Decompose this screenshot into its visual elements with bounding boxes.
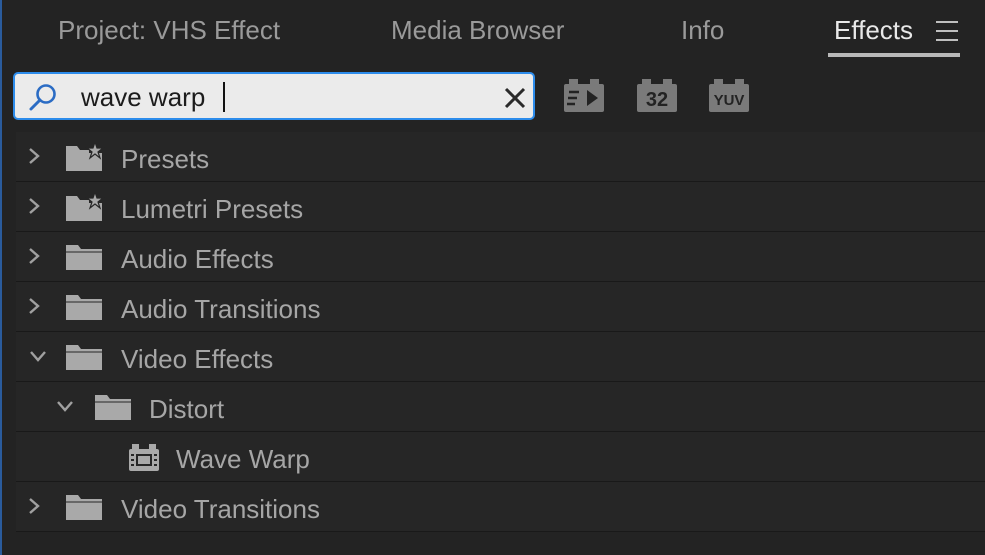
search-input[interactable] [81,80,491,114]
hamburger-menu-icon[interactable] [936,20,960,42]
yuv-label: YUV [714,92,745,109]
tree-item-video-effects[interactable]: Video Effects [16,332,985,382]
yuv-filter-icon[interactable]: YUV [708,78,750,114]
chevron-right-icon[interactable] [24,496,44,516]
folder-icon [66,245,102,270]
search-box [13,72,535,120]
tab-project[interactable]: Project: VHS Effect [58,14,280,46]
folder-icon [66,495,102,520]
32-bit-label: 32 [646,89,668,111]
tree-item-label: Lumetri Presets [121,194,304,224]
tree-item-audio-transitions[interactable]: Audio Transitions [16,282,985,332]
tree-item-label: Wave Warp [176,444,310,474]
chevron-right-icon[interactable] [24,146,44,166]
tab-effects[interactable]: Effects [834,14,913,46]
preset-folder-icon [66,142,105,171]
effects-panel: Project: VHS Effect Media Browser Info E… [0,0,985,555]
folder-icon [66,345,102,370]
32-bit-color-filter-icon[interactable]: 32 [636,78,678,114]
tree-item-label: Video Transitions [121,494,320,524]
effects-tree: Presets Lumetri Presets Audio Effects Au… [16,132,985,532]
tree-item-label: Presets [121,144,210,174]
chevron-down-icon[interactable] [55,396,75,416]
tab-info[interactable]: Info [681,14,724,46]
effect-icon [129,444,159,471]
accelerated-effects-filter-icon[interactable] [563,78,605,114]
chevron-right-icon[interactable] [24,196,44,216]
tree-item-audio-effects[interactable]: Audio Effects [16,232,985,282]
preset-folder-icon [66,192,105,221]
folder-icon [95,395,131,420]
tree-item-distort[interactable]: Distort [16,382,985,432]
chevron-down-icon[interactable] [28,346,48,366]
active-tab-indicator [828,53,960,57]
tree-item-video-transitions[interactable]: Video Transitions [16,482,985,532]
text-caret [223,82,225,112]
tree-item-label: Audio Transitions [121,294,321,324]
folder-icon [66,295,102,320]
tree-item-presets[interactable]: Presets [16,132,985,182]
tree-item-lumetri-presets[interactable]: Lumetri Presets [16,182,985,232]
chevron-right-icon[interactable] [24,246,44,266]
tree-item-label: Distort [149,394,225,424]
tree-item-label: Audio Effects [121,244,274,274]
tab-media-browser[interactable]: Media Browser [391,14,564,46]
tree-item-wave-warp[interactable]: Wave Warp [16,432,985,482]
search-icon[interactable] [27,82,59,114]
panel-focus-border [0,0,2,555]
tree-item-label: Video Effects [121,344,274,374]
panel-tab-bar: Project: VHS Effect Media Browser Info E… [0,0,985,62]
close-icon[interactable] [503,86,527,110]
chevron-right-icon[interactable] [24,296,44,316]
